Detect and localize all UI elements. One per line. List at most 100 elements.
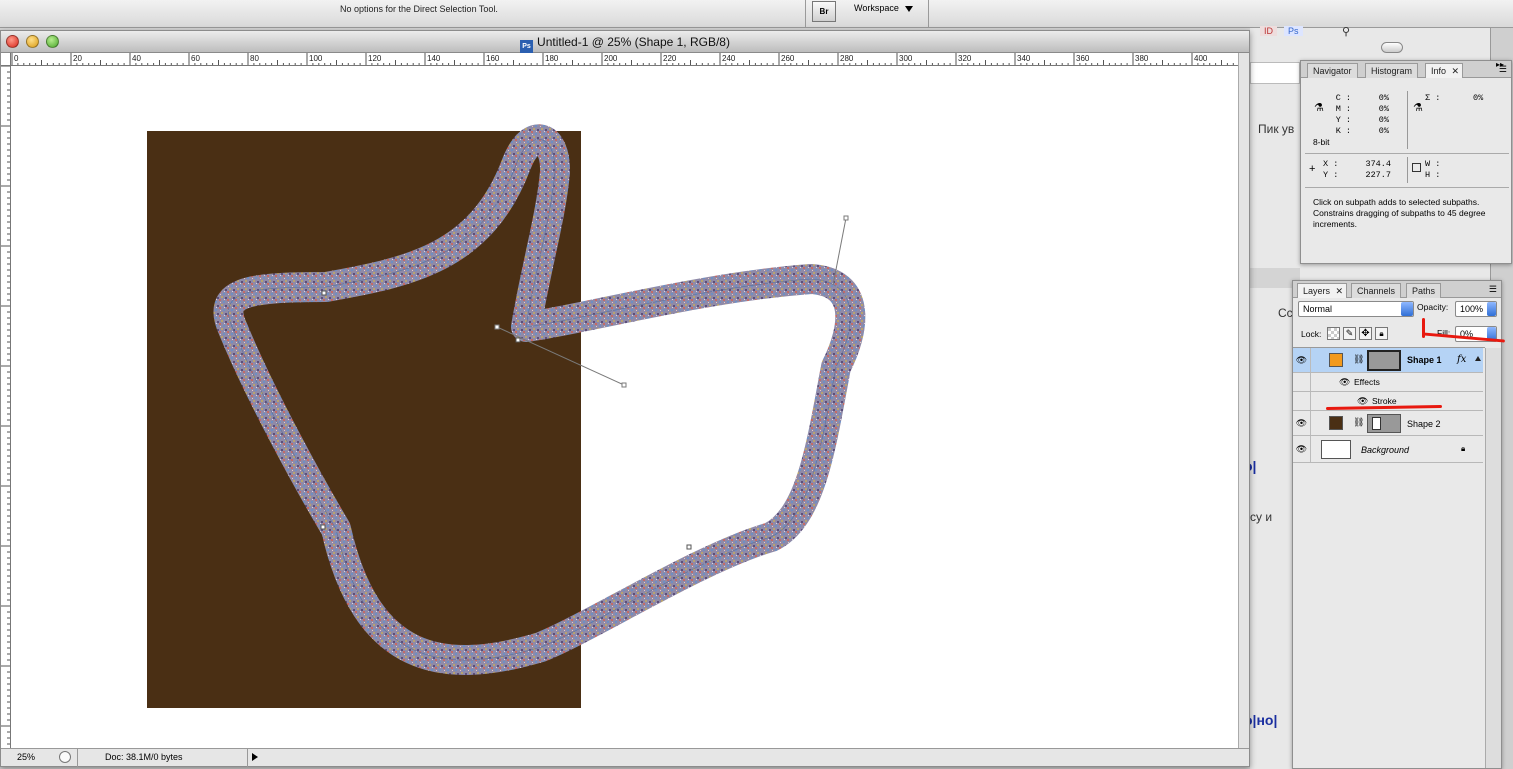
- wh-labels: W : H :: [1425, 159, 1440, 181]
- ruler-ticks: 0 20 40 60 80 100 120 140 160 180 200 220 240 260 280 3…: [11, 53, 1234, 65]
- ruler-label: 160: [486, 54, 500, 63]
- tab-navigator[interactable]: Navigator: [1307, 63, 1358, 78]
- eye-icon[interactable]: 👁︎: [1293, 436, 1311, 462]
- document-window: Ps Untitled-1 @ 25% (Shape 1, RGB/8) 0 20 4…: [0, 30, 1250, 767]
- tab-channels[interactable]: Channels: [1351, 283, 1402, 298]
- options-bar: No options for the Direct Selection Tool…: [0, 0, 1513, 28]
- sigma-label: Σ :: [1425, 93, 1441, 103]
- vector-mask-thumbnail[interactable]: [1367, 414, 1401, 433]
- anchor-point[interactable]: [321, 290, 327, 296]
- opacity-label: Opacity:: [1417, 302, 1449, 312]
- anchor-point[interactable]: [686, 544, 692, 550]
- info-panel-tabbar: Navigator Histogram Info ✕ ☰: [1301, 61, 1511, 78]
- anchor-point[interactable]: [515, 337, 521, 343]
- document-titlebar[interactable]: Ps Untitled-1 @ 25% (Shape 1, RGB/8): [1, 31, 1249, 53]
- background-text: су и: [1250, 510, 1273, 524]
- ruler-label: 40: [132, 54, 141, 63]
- eye-icon[interactable]: 👁︎: [1293, 411, 1311, 435]
- document-canvas[interactable]: [11, 67, 1238, 748]
- status-icon[interactable]: [59, 751, 71, 763]
- status-bar: 25% Doc: 38.1M/0 bytes: [1, 748, 1249, 767]
- stroke-effect-label: Stroke: [1372, 396, 1397, 406]
- ruler-label: 0: [14, 54, 19, 63]
- status-divider: [77, 749, 78, 767]
- options-divider: [928, 0, 929, 28]
- layer-color-thumbnail: [1329, 416, 1343, 430]
- tab-paths[interactable]: Paths: [1406, 283, 1442, 298]
- tab-layers[interactable]: Layers ✕: [1297, 283, 1348, 298]
- w-label: W :: [1425, 159, 1441, 169]
- lock-transparency-icon[interactable]: [1327, 327, 1340, 340]
- background-input: [1250, 62, 1300, 84]
- anchor-point[interactable]: [494, 324, 500, 330]
- chevron-right-icon[interactable]: [1487, 302, 1496, 316]
- opacity-input[interactable]: 100%: [1455, 301, 1497, 317]
- info-divider: [1305, 187, 1509, 188]
- zoom-level[interactable]: 25%: [17, 752, 35, 762]
- blend-mode-select[interactable]: Normal: [1298, 301, 1414, 317]
- ruler-label: 100: [309, 54, 323, 63]
- background-text: Пик ув: [1258, 122, 1295, 136]
- close-icon[interactable]: ✕: [1451, 64, 1459, 78]
- layer-row-background[interactable]: 👁︎ Background 🔒︎: [1293, 436, 1483, 463]
- layer-name: Background: [1361, 445, 1410, 455]
- chevron-up-icon[interactable]: [1475, 356, 1481, 361]
- workspace-menu[interactable]: Workspace: [854, 3, 913, 13]
- panel-menu-icon[interactable]: ☰: [1489, 284, 1497, 295]
- cmyk-labels: C : M : Y : K :: [1325, 93, 1351, 137]
- anchor-point[interactable]: [621, 382, 627, 388]
- layer-row-shape-1[interactable]: 👁︎ ⛓︎ Shape 1 fx: [1293, 348, 1483, 373]
- chevron-updown-icon: [1401, 302, 1413, 316]
- close-icon[interactable]: ✕: [1335, 284, 1343, 298]
- layer-color-thumbnail: [1329, 353, 1343, 367]
- eyedropper-icon: ⚗: [1314, 102, 1324, 114]
- panel-collapse-icon[interactable]: ▸▸: [1496, 60, 1504, 69]
- xy-values: 374.4 227.7: [1355, 159, 1391, 181]
- eyedropper-icon: ⚗: [1413, 102, 1423, 114]
- anchor-point[interactable]: [843, 215, 849, 221]
- opacity-value: 100%: [1460, 304, 1484, 314]
- bridge-button[interactable]: Br: [812, 1, 836, 22]
- crosshair-icon: +: [1309, 163, 1316, 175]
- document-info: Doc: 38.1M/0 bytes: [105, 752, 183, 762]
- background-tag: ID: [1260, 26, 1277, 36]
- sigma-value: 0%: [1473, 93, 1484, 103]
- lock-position-icon[interactable]: ✥: [1359, 327, 1372, 340]
- y-value: 227.7: [1365, 170, 1391, 180]
- eye-spacer: [1293, 392, 1311, 410]
- layer-row-shape-2[interactable]: 👁︎ ⛓︎ Shape 2: [1293, 411, 1483, 436]
- cmyk-value: 0%: [1378, 93, 1389, 103]
- status-menu[interactable]: [247, 749, 261, 767]
- ruler-label: 80: [250, 54, 259, 63]
- chevron-down-icon: [904, 5, 913, 12]
- tool-hint: Click on subpath adds to selected subpat…: [1313, 197, 1486, 229]
- vector-mask-thumbnail[interactable]: [1367, 350, 1401, 371]
- tab-histogram[interactable]: Histogram: [1365, 63, 1419, 78]
- info-divider: [1407, 157, 1408, 183]
- cmyk-label: M :: [1335, 104, 1351, 114]
- vertical-ruler[interactable]: [1, 66, 11, 748]
- toolbar-toggle-button[interactable]: [1381, 42, 1403, 53]
- lock-all-icon[interactable]: 🔒︎: [1375, 327, 1388, 340]
- ruler-label: 200: [604, 54, 618, 63]
- layer-effects-row[interactable]: 👁︎ Effects: [1293, 373, 1483, 392]
- ruler-ticks: [1, 66, 10, 745]
- eye-icon[interactable]: 👁︎: [1339, 377, 1350, 388]
- bit-depth: 8-bit: [1313, 137, 1330, 147]
- tab-info[interactable]: Info ✕: [1425, 63, 1464, 78]
- ruler-origin[interactable]: [1, 53, 11, 66]
- eye-icon[interactable]: 👁︎: [1293, 348, 1311, 372]
- layers-panel-tabbar: Layers ✕ Channels Paths ☰: [1293, 281, 1501, 298]
- xy-labels: X : Y :: [1323, 159, 1338, 181]
- cmyk-label: C :: [1335, 93, 1351, 103]
- ruler-label: 120: [368, 54, 382, 63]
- layers-scrollbar[interactable]: [1485, 348, 1501, 768]
- horizontal-ruler[interactable]: 0 20 40 60 80 100 120 140 160 180 200 220 240 260 280 3…: [11, 53, 1238, 66]
- anchor-point[interactable]: [320, 524, 326, 530]
- x-label: X :: [1323, 159, 1339, 169]
- workspace-label: Workspace: [854, 3, 899, 13]
- vertical-scrollbar[interactable]: [1238, 53, 1249, 748]
- lock-pixels-icon[interactable]: ✎: [1343, 327, 1356, 340]
- tab-layers-label: Layers: [1303, 286, 1331, 296]
- fx-icon[interactable]: fx: [1457, 354, 1466, 365]
